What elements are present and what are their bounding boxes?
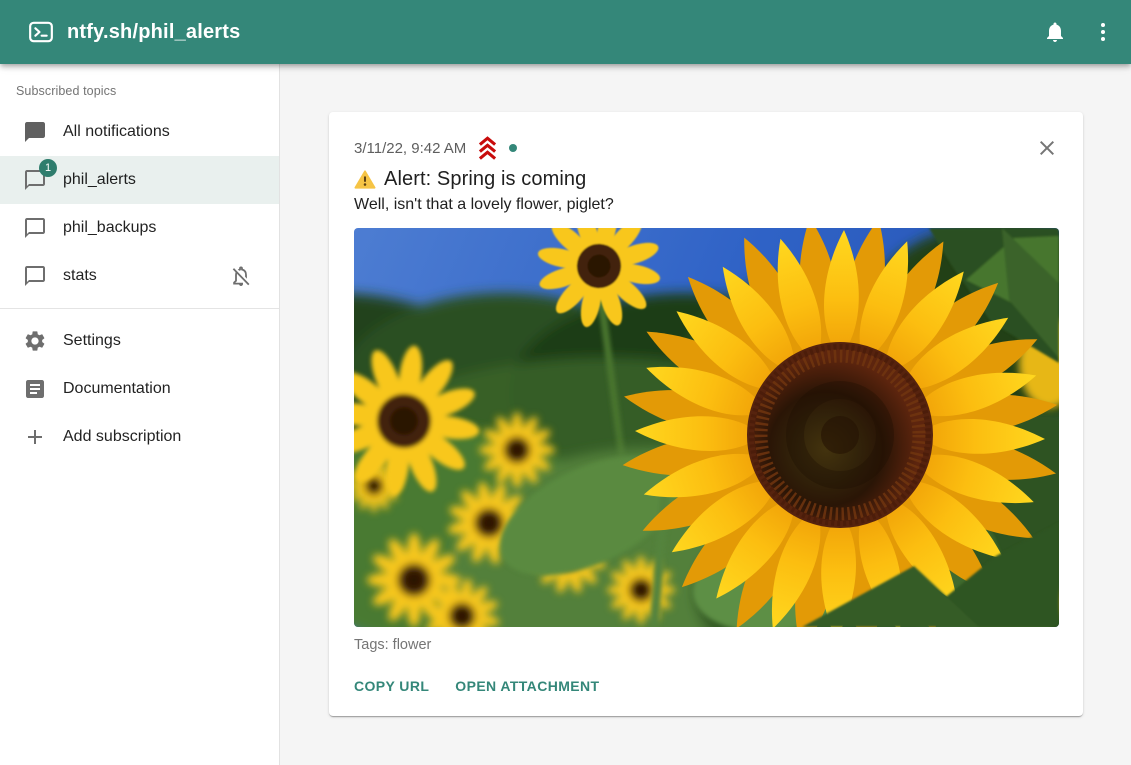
main-content: 3/11/22, 9:42 AM A — [281, 0, 1131, 765]
close-icon — [1035, 136, 1059, 160]
sidebar: Subscribed topics All notifications 1 ph… — [0, 64, 280, 765]
notification-body: Well, isn't that a lovely flower, piglet… — [354, 196, 1058, 214]
app-title: ntfy.sh/phil_alerts — [67, 21, 240, 44]
notification-meta-row: 3/11/22, 9:42 AM — [354, 135, 1058, 161]
priority-max-icon — [474, 135, 501, 161]
ntfy-terminal-logo-icon — [28, 19, 54, 45]
sidebar-item-add-subscription[interactable]: Add subscription — [0, 413, 279, 461]
chat-bubble-outline-icon — [23, 264, 47, 288]
plus-icon — [23, 425, 47, 449]
notifications-off-icon — [229, 264, 253, 288]
sidebar-item-settings[interactable]: Settings — [0, 317, 279, 365]
sidebar-item-documentation[interactable]: Documentation — [0, 365, 279, 413]
sidebar-item-phil-backups[interactable]: phil_backups — [0, 204, 279, 252]
notification-title-row: Alert: Spring is coming — [354, 168, 1058, 191]
sidebar-item-label: phil_alerts — [63, 171, 253, 189]
article-icon — [23, 377, 47, 401]
close-notification-button[interactable] — [1023, 124, 1071, 172]
sidebar-item-label: Settings — [63, 332, 253, 350]
app-header: ntfy.sh/phil_alerts — [0, 0, 1131, 64]
copy-url-button[interactable]: COPY URL — [346, 672, 437, 700]
sidebar-item-label: phil_backups — [63, 219, 253, 237]
kebab-menu-icon — [1091, 20, 1115, 44]
warning-emoji-icon — [354, 169, 376, 190]
sidebar-item-label: stats — [63, 267, 229, 285]
subscribed-topics-label: Subscribed topics — [0, 72, 279, 108]
bell-icon — [1043, 20, 1067, 44]
overflow-menu-button[interactable] — [1079, 8, 1127, 56]
unread-count-badge: 1 — [39, 159, 57, 177]
sidebar-item-phil-alerts[interactable]: 1 phil_alerts — [0, 156, 279, 204]
chat-bubble-outline-icon — [23, 216, 47, 240]
notification-title: Alert: Spring is coming — [384, 168, 586, 191]
chat-bubble-filled-icon — [23, 120, 47, 144]
sidebar-item-stats[interactable]: stats — [0, 252, 279, 300]
notification-tags: Tags: flower — [354, 637, 1058, 653]
open-attachment-button[interactable]: OPEN ATTACHMENT — [447, 672, 607, 700]
attachment-image[interactable] — [354, 228, 1059, 627]
notification-card: 3/11/22, 9:42 AM A — [329, 112, 1083, 716]
chat-bubble-outline-icon: 1 — [23, 168, 47, 192]
sidebar-item-label: All notifications — [63, 123, 253, 141]
notifications-bell-button[interactable] — [1031, 8, 1079, 56]
notification-timestamp: 3/11/22, 9:42 AM — [354, 140, 466, 157]
notification-actions: COPY URL OPEN ATTACHMENT — [346, 672, 1058, 700]
sidebar-item-all-notifications[interactable]: All notifications — [0, 108, 279, 156]
sidebar-item-label: Documentation — [63, 380, 253, 398]
sidebar-divider — [0, 308, 279, 309]
gear-icon — [23, 329, 47, 353]
unread-dot — [509, 144, 517, 152]
sidebar-item-label: Add subscription — [63, 428, 253, 446]
